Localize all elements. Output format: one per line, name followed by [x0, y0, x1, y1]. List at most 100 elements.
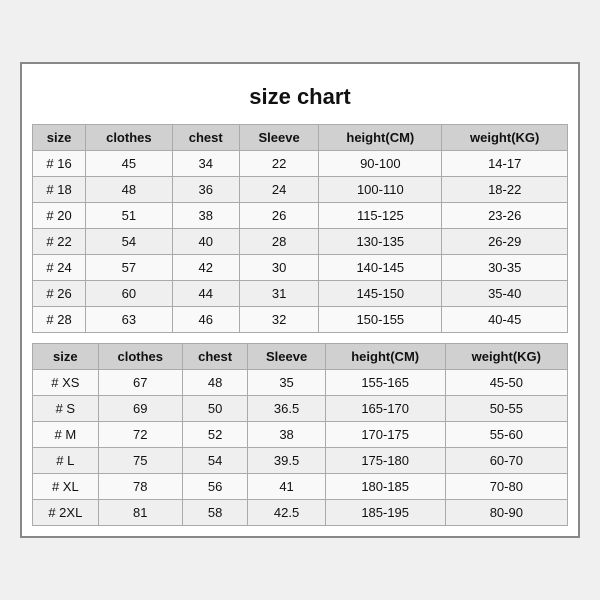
table-cell: 60-70 [445, 448, 567, 474]
table-cell: 90-100 [319, 151, 442, 177]
table-cell: # S [33, 396, 99, 422]
table2-header-cell: weight(KG) [445, 344, 567, 370]
table-cell: 165-170 [325, 396, 445, 422]
table-cell: 35 [248, 370, 325, 396]
table-cell: 38 [248, 422, 325, 448]
table-cell: 55-60 [445, 422, 567, 448]
table2-header-cell: Sleeve [248, 344, 325, 370]
table-row: # 20513826115-12523-26 [33, 203, 568, 229]
table-cell: # 22 [33, 229, 86, 255]
table1-header-cell: size [33, 125, 86, 151]
table-row: # 1645342290-10014-17 [33, 151, 568, 177]
table-row: # S695036.5165-17050-55 [33, 396, 568, 422]
table-cell: 50 [182, 396, 248, 422]
table-row: # XS674835155-16545-50 [33, 370, 568, 396]
table-cell: 56 [182, 474, 248, 500]
table-row: # M725238170-17555-60 [33, 422, 568, 448]
table-cell: # 16 [33, 151, 86, 177]
table-cell: 18-22 [442, 177, 568, 203]
table-cell: # 26 [33, 281, 86, 307]
table-cell: 34 [172, 151, 239, 177]
table-cell: 42.5 [248, 500, 325, 526]
table-cell: 45 [86, 151, 172, 177]
table-gap [32, 333, 568, 343]
table-cell: 57 [86, 255, 172, 281]
table-cell: 70-80 [445, 474, 567, 500]
table1-header-cell: Sleeve [239, 125, 318, 151]
table-cell: 54 [86, 229, 172, 255]
table1-header-cell: height(CM) [319, 125, 442, 151]
table-cell: 40 [172, 229, 239, 255]
table-row: # 2XL815842.5185-19580-90 [33, 500, 568, 526]
table-cell: 81 [98, 500, 182, 526]
table-cell: 30 [239, 255, 318, 281]
table-cell: 67 [98, 370, 182, 396]
table-cell: 31 [239, 281, 318, 307]
table-cell: 50-55 [445, 396, 567, 422]
table-cell: 175-180 [325, 448, 445, 474]
table-cell: 185-195 [325, 500, 445, 526]
table1-header-cell: chest [172, 125, 239, 151]
table-cell: 63 [86, 307, 172, 333]
table2-header-row: sizeclotheschestSleeveheight(CM)weight(K… [33, 344, 568, 370]
table-cell: 38 [172, 203, 239, 229]
table-cell: 51 [86, 203, 172, 229]
chart-title: size chart [32, 74, 568, 124]
table-cell: # 24 [33, 255, 86, 281]
table-cell: 44 [172, 281, 239, 307]
table-cell: # 20 [33, 203, 86, 229]
table-cell: # M [33, 422, 99, 448]
table-row: # 26604431145-15035-40 [33, 281, 568, 307]
table2-header-cell: chest [182, 344, 248, 370]
table-cell: 48 [86, 177, 172, 203]
table-cell: 78 [98, 474, 182, 500]
table-cell: 26 [239, 203, 318, 229]
table-cell: # XS [33, 370, 99, 396]
table-cell: 72 [98, 422, 182, 448]
table-cell: 24 [239, 177, 318, 203]
chart-container: size chart sizeclotheschestSleeveheight(… [20, 62, 580, 538]
table-cell: 46 [172, 307, 239, 333]
table-cell: 40-45 [442, 307, 568, 333]
table-cell: # 18 [33, 177, 86, 203]
table-cell: 150-155 [319, 307, 442, 333]
table-row: # 24574230140-14530-35 [33, 255, 568, 281]
table-cell: 115-125 [319, 203, 442, 229]
table-cell: 69 [98, 396, 182, 422]
table2-header-cell: clothes [98, 344, 182, 370]
table-cell: 35-40 [442, 281, 568, 307]
table1-header-cell: weight(KG) [442, 125, 568, 151]
table2-header-cell: size [33, 344, 99, 370]
table-cell: # 2XL [33, 500, 99, 526]
table-row: # 22544028130-13526-29 [33, 229, 568, 255]
table1-header-row: sizeclotheschestSleeveheight(CM)weight(K… [33, 125, 568, 151]
table-cell: 145-150 [319, 281, 442, 307]
table-cell: 100-110 [319, 177, 442, 203]
table-cell: 28 [239, 229, 318, 255]
table-cell: 22 [239, 151, 318, 177]
table-row: # XL785641180-18570-80 [33, 474, 568, 500]
table-cell: 170-175 [325, 422, 445, 448]
table-cell: 42 [172, 255, 239, 281]
table-row: # 18483624100-11018-22 [33, 177, 568, 203]
table-cell: 41 [248, 474, 325, 500]
table-cell: 14-17 [442, 151, 568, 177]
table-cell: 45-50 [445, 370, 567, 396]
table-cell: 36.5 [248, 396, 325, 422]
table-cell: 180-185 [325, 474, 445, 500]
table-cell: 36 [172, 177, 239, 203]
table-cell: 48 [182, 370, 248, 396]
table-cell: 155-165 [325, 370, 445, 396]
table-cell: 30-35 [442, 255, 568, 281]
table-cell: 23-26 [442, 203, 568, 229]
table2-header-cell: height(CM) [325, 344, 445, 370]
table1-header-cell: clothes [86, 125, 172, 151]
table-cell: 32 [239, 307, 318, 333]
table-cell: 80-90 [445, 500, 567, 526]
table-cell: # XL [33, 474, 99, 500]
table-cell: 52 [182, 422, 248, 448]
table-cell: 60 [86, 281, 172, 307]
table-cell: # L [33, 448, 99, 474]
size-table-1: sizeclotheschestSleeveheight(CM)weight(K… [32, 124, 568, 333]
table-cell: 75 [98, 448, 182, 474]
